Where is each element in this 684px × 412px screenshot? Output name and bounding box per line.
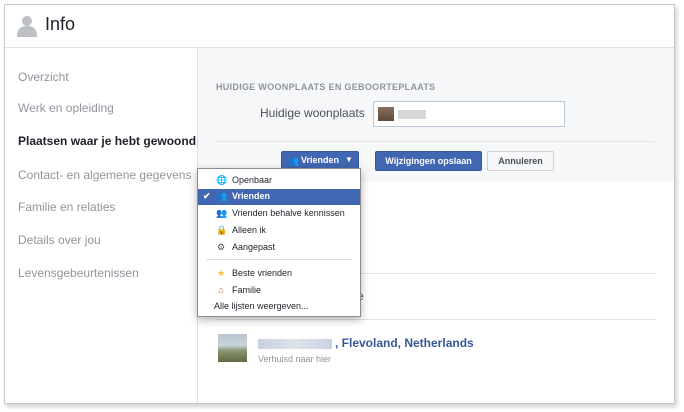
menu-item-alle-lijsten[interactable]: Alle lijsten weergeven... bbox=[198, 299, 360, 315]
sidebar-item-details[interactable]: Details over jou bbox=[18, 233, 101, 247]
menu-item-label: Vrienden behalve kennissen bbox=[232, 208, 345, 218]
place-photo bbox=[218, 334, 247, 362]
menu-item-vrienden-behalve-kennissen[interactable]: 👥 Vrienden behalve kennissen bbox=[198, 206, 360, 222]
info-header: Info bbox=[5, 5, 674, 48]
menu-item-label: Vrienden bbox=[232, 191, 271, 201]
current-city-input[interactable] bbox=[373, 101, 565, 127]
friends-minus-icon: 👥 bbox=[216, 208, 228, 218]
sidebar-item-familie[interactable]: Familie en relaties bbox=[18, 200, 115, 214]
menu-item-vrienden[interactable]: ✔ 👥 Vrienden bbox=[198, 189, 360, 205]
city-thumbnail bbox=[378, 107, 394, 121]
privacy-dropdown-menu: 🌐 Openbaar ✔ 👥 Vrienden 👥 Vrienden behal… bbox=[197, 168, 361, 317]
place-name-link[interactable]: , Flevoland, Netherlands bbox=[335, 336, 474, 350]
chevron-down-icon: ▼ bbox=[345, 155, 353, 164]
star-icon: ★ bbox=[216, 268, 226, 278]
menu-divider bbox=[206, 259, 352, 260]
city-redacted bbox=[398, 110, 426, 119]
place-subtitle: Verhuisd naar hier bbox=[258, 354, 332, 364]
form-divider bbox=[216, 141, 654, 142]
section-title: HUIDIGE WOONPLAATS EN GEBOORTEPLAATS bbox=[216, 82, 436, 92]
menu-item-aangepast[interactable]: ⚙ Aangepast bbox=[198, 240, 360, 256]
page-title: Info bbox=[45, 14, 76, 34]
house-icon: ⌂ bbox=[218, 285, 224, 295]
lock-icon: 🔒 bbox=[216, 225, 228, 235]
checkmark-icon: ✔ bbox=[203, 191, 211, 201]
divider bbox=[216, 319, 656, 320]
menu-item-label: Openbaar bbox=[232, 175, 273, 185]
sidebar-item-contact[interactable]: Contact- en algemene gegevens bbox=[18, 168, 191, 182]
current-city-label: Huidige woonplaats bbox=[260, 106, 365, 120]
menu-item-familie[interactable]: ⌂ Familie bbox=[198, 283, 360, 299]
menu-item-beste-vrienden[interactable]: ★ Beste vrienden bbox=[198, 266, 360, 282]
friends-icon: 👥 bbox=[288, 156, 300, 166]
globe-icon: 🌐 bbox=[216, 175, 228, 185]
sidebar-item-werk-en-opleiding[interactable]: Werk en opleiding bbox=[18, 101, 114, 115]
menu-item-label: Aangepast bbox=[232, 242, 276, 252]
sidebar-item-levensgebeurtenissen[interactable]: Levensgebeurtenissen bbox=[18, 266, 139, 280]
gear-icon: ⚙ bbox=[216, 242, 226, 252]
info-panel: Info Overzicht Werk en opleiding Plaatse… bbox=[4, 4, 675, 404]
menu-item-openbaar[interactable]: 🌐 Openbaar bbox=[198, 173, 360, 189]
save-changes-button[interactable]: Wijzigingen opslaan bbox=[375, 151, 482, 171]
menu-item-label: Alle lijsten weergeven... bbox=[214, 301, 309, 311]
sidebar-item-overzicht[interactable]: Overzicht bbox=[18, 70, 69, 84]
sidebar: Overzicht Werk en opleiding Plaatsen waa… bbox=[5, 48, 198, 403]
menu-item-label: Alleen ik bbox=[232, 225, 267, 235]
person-icon bbox=[17, 16, 37, 37]
menu-item-alleen-ik[interactable]: 🔒 Alleen ik bbox=[198, 223, 360, 239]
menu-item-label: Familie bbox=[232, 285, 262, 295]
cancel-button[interactable]: Annuleren bbox=[487, 151, 554, 171]
sidebar-item-plaatsen[interactable]: Plaatsen waar je hebt gewoond bbox=[18, 134, 196, 148]
menu-item-label: Beste vrienden bbox=[232, 268, 293, 278]
place-name-redacted bbox=[258, 339, 332, 349]
friends-icon: 👥 bbox=[216, 191, 228, 201]
privacy-selector-label: Vrienden bbox=[301, 155, 340, 165]
